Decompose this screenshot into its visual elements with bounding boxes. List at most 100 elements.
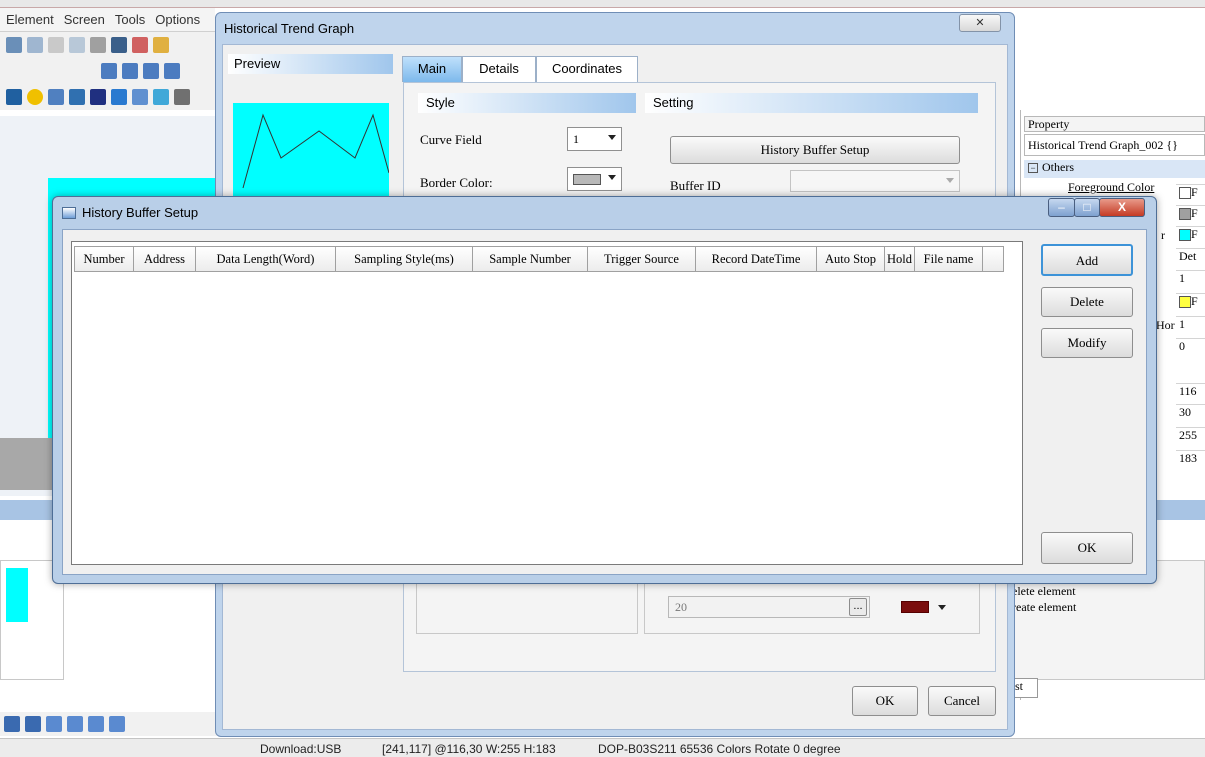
toolbar-spacer <box>6 63 96 79</box>
layer-up-icon[interactable] <box>4 716 20 732</box>
layer-down-icon[interactable] <box>25 716 41 732</box>
property-value[interactable]: 255 <box>1176 427 1205 447</box>
border-color-select[interactable] <box>567 167 622 191</box>
curve-field-value: 1 <box>573 132 579 146</box>
shape-icon[interactable] <box>6 89 22 105</box>
border-color-label: Border Color: <box>420 175 493 190</box>
property-value[interactable]: 116 <box>1176 383 1205 403</box>
property-object-select[interactable]: Historical Trend Graph_002 {} <box>1024 134 1205 156</box>
buffer-id-select[interactable] <box>790 170 960 192</box>
close-button[interactable]: ✕ <box>959 14 1001 32</box>
cut-icon[interactable] <box>48 37 64 53</box>
property-value[interactable]: 1 <box>1176 270 1205 290</box>
trend-icon[interactable] <box>111 89 127 105</box>
property-group-label: Others <box>1042 160 1074 174</box>
sample-field-input[interactable]: 20 <box>668 596 870 618</box>
column-header-file-name[interactable]: File name <box>914 246 983 272</box>
column-header-sampling-style[interactable]: Sampling Style(ms) <box>335 246 473 272</box>
column-header-sample-number[interactable]: Sample Number <box>472 246 588 272</box>
property-value[interactable]: 0 <box>1176 338 1205 358</box>
curve-field-select[interactable]: 1 <box>567 127 622 151</box>
property-value[interactable]: Det <box>1176 248 1205 268</box>
buffer-list[interactable] <box>71 241 1023 565</box>
column-header-address[interactable]: Address <box>133 246 196 272</box>
output-tab[interactable]: st <box>1012 678 1038 698</box>
chevron-down-icon <box>946 178 954 183</box>
meter-icon[interactable] <box>153 89 169 105</box>
history-buffer-setup-button[interactable]: History Buffer Setup <box>670 136 960 164</box>
property-value[interactable]: 30 <box>1176 404 1205 424</box>
output-line: reate element <box>1012 600 1077 614</box>
buffer-id-label: Buffer ID <box>670 178 721 193</box>
open-icon[interactable] <box>153 37 169 53</box>
dialog-title: Historical Trend Graph <box>224 21 355 36</box>
curve-field-label: Curve Field <box>420 132 482 147</box>
property-value[interactable]: 183 <box>1176 450 1205 470</box>
export-icon[interactable] <box>132 37 148 53</box>
tab-main[interactable]: Main <box>402 56 462 82</box>
browse-button[interactable]: ... <box>849 598 867 616</box>
close-icon: ✕ <box>975 17 985 29</box>
xy-chart-icon[interactable] <box>132 89 148 105</box>
dialog-title: History Buffer Setup <box>82 205 199 220</box>
column-header-hold[interactable]: Hold <box>884 246 915 272</box>
menu-tools[interactable]: Tools <box>115 12 145 27</box>
paste-icon[interactable] <box>90 37 106 53</box>
style-group-header: Style <box>418 93 636 113</box>
center-icon[interactable] <box>109 716 125 732</box>
property-group-others[interactable]: − Others <box>1024 160 1205 178</box>
menu-options[interactable]: Options <box>155 12 200 27</box>
align-right-icon[interactable] <box>143 63 159 79</box>
align-top-icon[interactable] <box>164 63 180 79</box>
add-button[interactable]: Add <box>1041 244 1133 276</box>
modify-button[interactable]: Modify <box>1041 328 1133 358</box>
distribute-icon[interactable] <box>46 716 62 732</box>
property-value[interactable]: 1 <box>1176 316 1205 336</box>
close-icon: X <box>1117 200 1126 214</box>
size-icon[interactable] <box>88 716 104 732</box>
property-value[interactable]: F <box>1176 293 1205 313</box>
status-download: Download:USB <box>260 742 342 756</box>
border-color-swatch <box>573 174 601 185</box>
delete-button[interactable]: Delete <box>1041 287 1133 317</box>
column-header-trigger-source[interactable]: Trigger Source <box>587 246 696 272</box>
color-swatch-icon <box>1179 296 1191 309</box>
lamp-icon[interactable] <box>27 89 43 105</box>
screen-thumbnail[interactable] <box>6 568 28 622</box>
property-value[interactable]: F <box>1176 205 1205 225</box>
column-header-record-datetime[interactable]: Record DateTime <box>695 246 817 272</box>
window-top-edge <box>0 0 1205 8</box>
input-icon[interactable] <box>69 89 85 105</box>
tab-coordinates[interactable]: Coordinates <box>536 56 638 82</box>
n-icon[interactable] <box>90 89 106 105</box>
property-value[interactable]: F <box>1176 184 1205 204</box>
keypad-icon[interactable] <box>174 89 190 105</box>
collapse-icon[interactable]: − <box>1028 163 1038 173</box>
align-center-icon[interactable] <box>122 63 138 79</box>
window-icon <box>62 207 76 219</box>
minimize-button[interactable]: ‒ <box>1048 198 1075 217</box>
column-header-number[interactable]: Number <box>74 246 134 272</box>
numeric-icon[interactable] <box>48 89 64 105</box>
ok-button[interactable]: OK <box>852 686 918 716</box>
maximize-button[interactable]: □ <box>1074 198 1100 217</box>
property-value[interactable]: F <box>1176 226 1205 246</box>
cancel-button[interactable]: Cancel <box>928 686 996 716</box>
menu-screen[interactable]: Screen <box>64 12 105 27</box>
undo-icon[interactable] <box>6 37 22 53</box>
column-header-auto-stop[interactable]: Auto Stop <box>816 246 885 272</box>
property-label-r: r <box>1161 228 1165 242</box>
close-button[interactable]: X <box>1099 198 1145 217</box>
copy-icon[interactable] <box>69 37 85 53</box>
column-header-data-length[interactable]: Data Length(Word) <box>195 246 336 272</box>
property-header: Property <box>1024 116 1205 132</box>
grid-icon[interactable] <box>67 716 83 732</box>
minimize-icon: ‒ <box>1058 200 1065 214</box>
tab-details[interactable]: Details <box>462 56 536 82</box>
align-left-icon[interactable] <box>101 63 117 79</box>
caption-buttons: ‒ □ X <box>1048 198 1146 218</box>
find-icon[interactable] <box>111 37 127 53</box>
ok-button[interactable]: OK <box>1041 532 1133 564</box>
redo-icon[interactable] <box>27 37 43 53</box>
menu-element[interactable]: Element <box>6 12 54 27</box>
